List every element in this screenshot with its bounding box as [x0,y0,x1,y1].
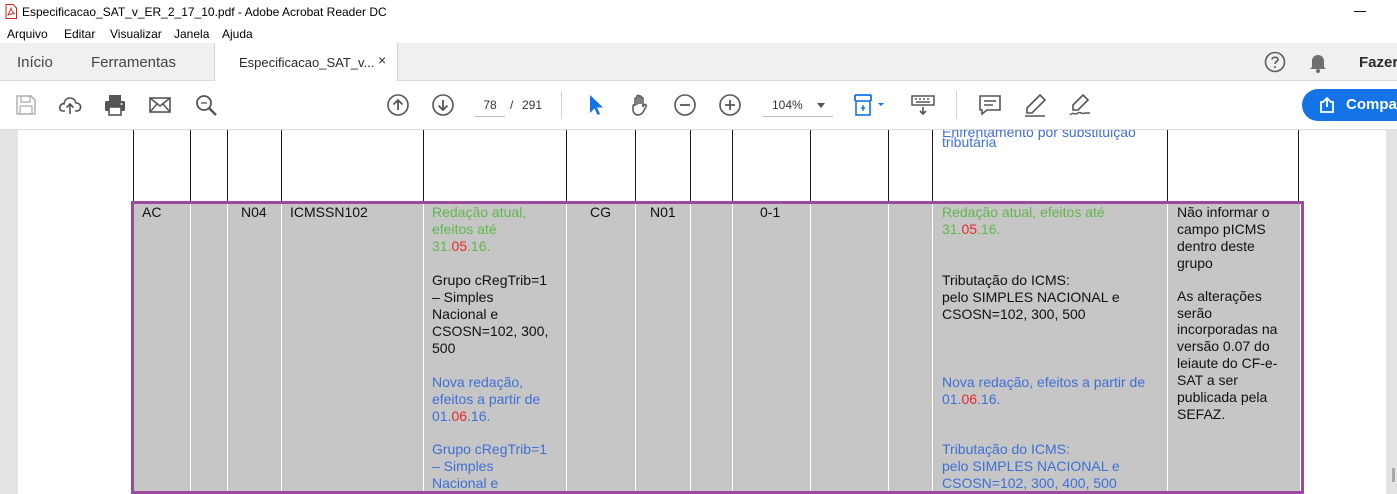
comment-icon[interactable] [978,93,1002,117]
zoom-select[interactable]: 104% [763,94,833,117]
signin-link[interactable]: Fazer [1359,54,1397,71]
tab-tools[interactable]: Ferramentas [91,54,176,71]
minimize-button[interactable] [1354,11,1366,12]
main-toolbar: 78 / 291 104% Compa [0,81,1397,130]
chevron-down-icon [817,103,825,108]
print-icon[interactable] [103,93,127,117]
help-icon[interactable] [1264,51,1286,73]
prev-row-text-2: tributária [942,134,997,150]
table-border [423,130,424,203]
table-border [932,130,933,203]
toolbar-divider [561,91,562,119]
menu-arquivo[interactable]: Arquivo [7,27,48,41]
select-cursor-icon[interactable] [584,93,608,117]
sign-icon[interactable] [1068,93,1092,117]
page-separator: / [510,98,514,112]
hand-icon[interactable] [628,93,652,117]
menu-visualizar[interactable]: Visualizar [110,27,162,41]
table-border [1167,130,1168,203]
bell-icon[interactable] [1308,52,1328,73]
scrollbar-grip[interactable] [1392,468,1395,482]
table-border [227,130,228,203]
share-button[interactable]: Compa [1302,89,1397,121]
document-viewer[interactable]: Enfrentamento por substituição tributári… [0,130,1397,494]
share-icon [1320,97,1334,113]
highlight-annotation [131,201,1304,494]
tab-bar: Início Ferramentas Especificacao_SAT_v..… [0,43,1397,81]
menu-bar: Arquivo Editar Visualizar Janela Ajuda [0,24,1397,43]
highlight-pen-icon[interactable] [1023,93,1047,117]
zoom-value: 104% [772,98,803,112]
title-bar: Especificacao_SAT_v_ER_2_17_10.pdf - Ado… [0,0,1397,24]
tab-document-label: Especificacao_SAT_v... [239,55,375,70]
table-border [888,130,889,203]
menu-editar[interactable]: Editar [64,27,95,41]
tab-home[interactable]: Início [17,54,53,71]
menu-janela[interactable]: Janela [174,27,209,41]
upload-icon[interactable] [58,93,82,117]
table-border [1298,130,1299,203]
save-icon[interactable] [14,93,38,117]
table-border [281,130,282,203]
window-title: Especificacao_SAT_v_ER_2_17_10.pdf - Ado… [22,5,387,19]
table-border [810,130,811,203]
menu-ajuda[interactable]: Ajuda [222,27,253,41]
page-down-icon[interactable] [431,93,455,117]
keyboard-icon[interactable] [911,93,935,117]
page-total: 291 [522,98,543,112]
table-border [566,130,567,203]
zoom-out-icon[interactable] [673,93,697,117]
table-border [190,130,191,203]
table-border [732,130,733,203]
tab-document[interactable]: Especificacao_SAT_v... × [214,43,398,81]
table-border [133,130,134,203]
close-tab-icon[interactable]: × [378,52,386,68]
fit-page-icon[interactable] [853,93,887,117]
toolbar-divider [956,91,957,119]
table-border [635,130,636,203]
page-number-input[interactable]: 78 [475,94,505,117]
table-border [690,130,691,203]
page-up-icon[interactable] [386,93,410,117]
zoom-in-icon[interactable] [718,93,742,117]
search-icon[interactable] [194,93,218,117]
vertical-scrollbar[interactable] [1388,330,1397,490]
share-label: Compa [1346,96,1397,113]
pdf-file-icon [5,4,17,19]
email-icon[interactable] [148,93,172,117]
